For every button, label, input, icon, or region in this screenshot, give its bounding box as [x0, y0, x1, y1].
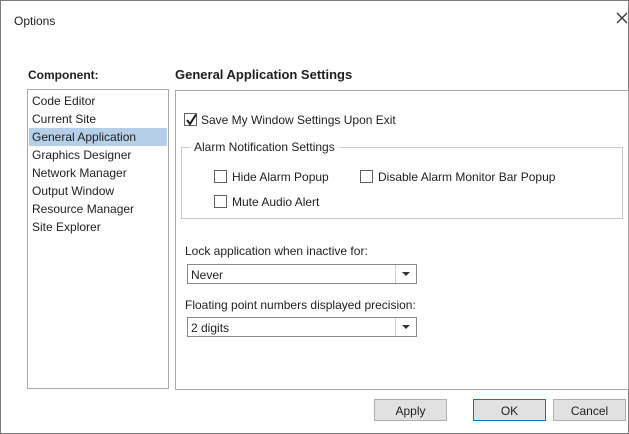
list-item-site-explorer[interactable]: Site Explorer: [29, 218, 167, 236]
component-list[interactable]: Code Editor Current Site General Applica…: [27, 89, 169, 389]
chevron-down-icon[interactable]: [395, 265, 416, 283]
settings-panel: [175, 90, 629, 390]
list-item-code-editor[interactable]: Code Editor: [29, 92, 167, 110]
lock-application-select[interactable]: Never: [187, 264, 417, 284]
list-item-general-application[interactable]: General Application: [29, 128, 167, 146]
disable-monitor-popup-checkbox[interactable]: [360, 170, 373, 183]
check-icon: [186, 113, 197, 126]
component-label: Component:: [28, 68, 99, 82]
lock-application-value: Never: [191, 268, 224, 282]
close-icon[interactable]: [614, 10, 629, 26]
alarm-group-legend: Alarm Notification Settings: [190, 140, 339, 154]
list-item-network-manager[interactable]: Network Manager: [29, 164, 167, 182]
cancel-button[interactable]: Cancel: [553, 399, 626, 421]
hide-alarm-popup-label: Hide Alarm Popup: [232, 170, 329, 184]
list-item-graphics-designer[interactable]: Graphics Designer: [29, 146, 167, 164]
lock-application-label: Lock application when inactive for:: [185, 244, 368, 258]
precision-select[interactable]: 2 digits: [187, 317, 417, 337]
ok-button[interactable]: OK: [473, 399, 546, 421]
save-settings-label: Save My Window Settings Upon Exit: [201, 113, 396, 127]
disable-monitor-popup-label: Disable Alarm Monitor Bar Popup: [378, 170, 556, 184]
list-item-output-window[interactable]: Output Window: [29, 182, 167, 200]
mute-audio-label: Mute Audio Alert: [232, 195, 320, 209]
hide-alarm-popup-checkbox[interactable]: [214, 170, 227, 183]
chevron-down-icon[interactable]: [395, 318, 416, 336]
precision-label: Floating point numbers displayed precisi…: [185, 298, 416, 312]
list-item-resource-manager[interactable]: Resource Manager: [29, 200, 167, 218]
save-settings-checkbox[interactable]: [184, 113, 197, 126]
section-title: General Application Settings: [175, 67, 353, 82]
list-item-current-site[interactable]: Current Site: [29, 110, 167, 128]
precision-value: 2 digits: [191, 321, 230, 335]
mute-audio-checkbox[interactable]: [214, 195, 227, 208]
window-title: Options: [14, 14, 56, 28]
apply-button[interactable]: Apply: [374, 399, 447, 421]
